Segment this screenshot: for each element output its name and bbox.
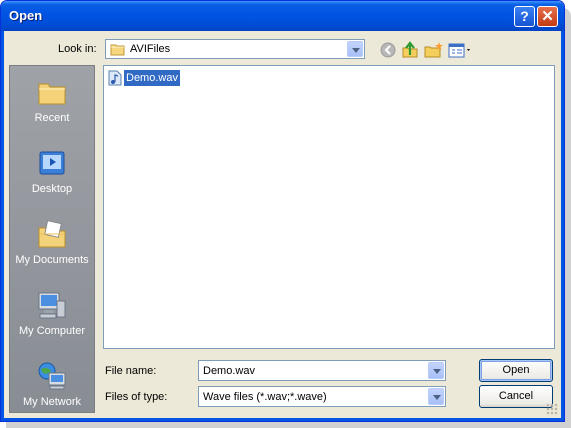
file-name-label: File name:: [105, 365, 157, 377]
look-in-label: Look in:: [58, 43, 97, 55]
recent-folder-icon: [38, 83, 66, 105]
place-label: My Network: [22, 396, 82, 408]
place-label: Desktop: [31, 183, 73, 195]
close-button[interactable]: ✕: [537, 6, 558, 27]
place-desktop[interactable]: Desktop: [10, 141, 94, 209]
desktop-icon: [39, 151, 65, 175]
up-folder-icon[interactable]: [401, 41, 419, 59]
place-label: Recent: [34, 112, 70, 124]
file-type-combo[interactable]: Wave files (*.wav;*.wave): [198, 386, 446, 407]
open-button[interactable]: Open: [479, 359, 553, 382]
place-recent[interactable]: Recent: [10, 70, 94, 138]
file-type-dropdown-button[interactable]: [428, 388, 444, 405]
my-documents-icon: [38, 220, 66, 248]
file-name-dropdown-button[interactable]: [428, 362, 444, 379]
look-in-dropdown-button[interactable]: [347, 41, 363, 57]
new-folder-icon[interactable]: [424, 41, 444, 59]
place-label: My Computer: [18, 325, 86, 337]
look-in-combo[interactable]: AVIFiles: [105, 39, 365, 59]
file-name-value: Demo.wav: [203, 365, 255, 377]
audio-file-icon: [108, 70, 122, 86]
file-name-text: Demo.wav: [124, 70, 180, 86]
places-bar: Recent Desktop My Documents My Computer …: [9, 65, 95, 413]
help-button[interactable]: ?: [514, 6, 535, 27]
views-menu-icon[interactable]: [448, 41, 474, 59]
open-dialog: Open ? ✕ Look in: AVIFiles Recent Deskto…: [0, 0, 565, 422]
place-my-documents[interactable]: My Documents: [10, 212, 94, 280]
title-bar[interactable]: Open ? ✕: [1, 1, 564, 31]
file-list[interactable]: Demo.wav: [103, 65, 555, 349]
file-type-value: Wave files (*.wav;*.wave): [203, 391, 327, 403]
resize-grip[interactable]: [546, 403, 558, 415]
look-in-value: AVIFiles: [130, 43, 171, 55]
my-computer-icon: [38, 292, 66, 319]
file-name-combo[interactable]: Demo.wav: [198, 360, 446, 381]
my-network-icon: [38, 362, 66, 390]
place-my-computer[interactable]: My Computer: [10, 283, 94, 351]
place-label: My Documents: [15, 254, 89, 266]
place-my-network[interactable]: My Network: [10, 354, 94, 421]
back-icon[interactable]: [379, 41, 397, 59]
window-title: Open: [9, 8, 43, 23]
folder-icon: [110, 44, 125, 56]
cancel-button[interactable]: Cancel: [479, 385, 553, 408]
file-type-label: Files of type:: [105, 391, 168, 403]
